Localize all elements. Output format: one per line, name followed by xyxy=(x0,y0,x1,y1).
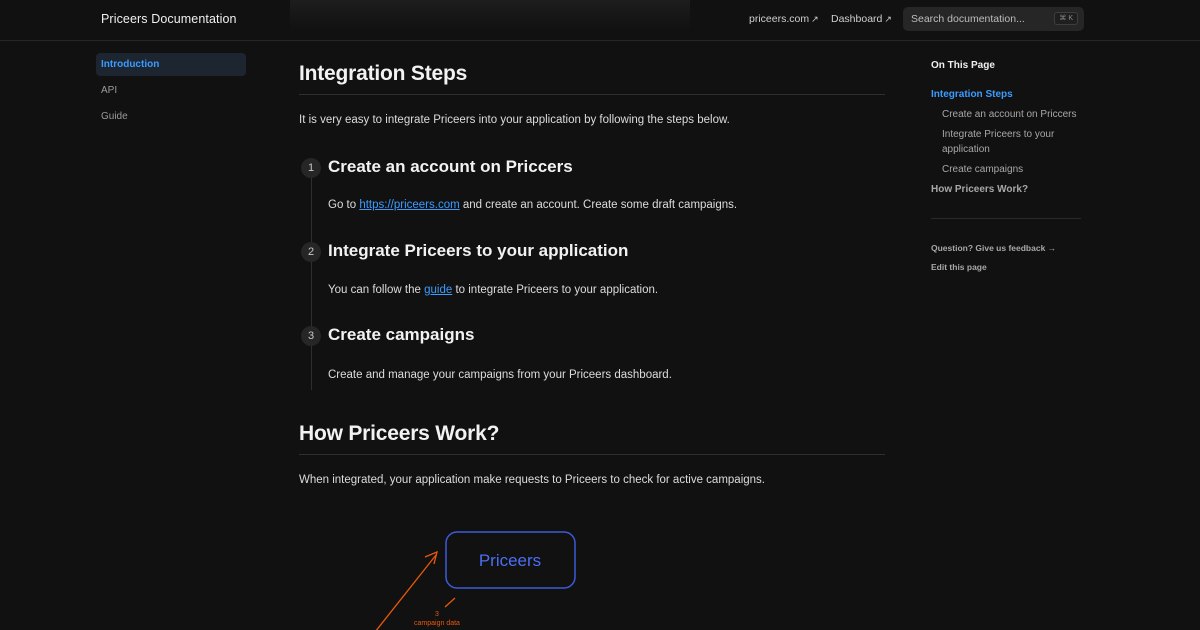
step-text-3: Create and manage your campaigns from yo… xyxy=(328,369,672,381)
edit-page-link[interactable]: Edit this page xyxy=(931,262,987,272)
site-logo[interactable]: Priceers Documentation xyxy=(101,12,237,26)
top-navbar: Priceers Documentation priceers.com ↗ Das… xyxy=(0,0,1200,41)
step-number-3: 3 xyxy=(301,326,321,346)
sidebar-item-guide[interactable]: Guide xyxy=(96,105,246,128)
priceers-url-link[interactable]: https://priceers.com xyxy=(359,199,459,211)
step-number-2: 2 xyxy=(301,242,321,262)
table-of-contents: On This Page Integration Steps Create an… xyxy=(931,60,1081,202)
steps-connector-line xyxy=(311,168,312,390)
step-text-1-pre: Go to xyxy=(328,199,360,211)
diagram-svg: Priceers 3 campaign data xyxy=(375,531,576,630)
step-note-text: campaign data xyxy=(414,620,460,627)
feedback-link[interactable]: Question? Give us feedback → xyxy=(931,243,1056,253)
priceers-site-link-label: priceers.com xyxy=(749,13,810,25)
step-text-1: Go to https://priceers.com and create an… xyxy=(328,199,737,211)
priceers-site-link[interactable]: priceers.com ↗ xyxy=(749,13,819,25)
how-priceers-work-heading: How Priceers Work? xyxy=(299,422,500,445)
request-arrow xyxy=(375,554,437,630)
step-title-2: Integrate Priceers to your application xyxy=(328,241,629,260)
step-text-1-post: and create an account. Create some draft… xyxy=(459,199,738,211)
integration-intro: It is very easy to integrate Priceers in… xyxy=(299,114,730,126)
toc-item-create-account[interactable]: Create an account on Priccers xyxy=(931,107,1081,122)
how-intro: When integrated, your application make r… xyxy=(299,474,765,486)
toc-divider xyxy=(931,218,1081,219)
guide-link[interactable]: guide xyxy=(424,284,452,296)
priceers-box-label: Priceers xyxy=(479,551,541,570)
toc-item-create-campaigns[interactable]: Create campaigns xyxy=(931,162,1081,177)
navbar-glow xyxy=(290,0,690,30)
integration-steps-heading: Integration Steps xyxy=(299,62,468,85)
external-link-icon: ↗ xyxy=(884,14,892,24)
step-text-2-post: to integrate Priceers to your applicatio… xyxy=(452,284,659,296)
step-text-2-pre: You can follow the xyxy=(328,284,425,296)
heading-divider xyxy=(299,454,885,455)
toc-item-integration-steps[interactable]: Integration Steps xyxy=(931,87,1081,102)
dashboard-link[interactable]: Dashboard ↗ xyxy=(831,13,892,25)
architecture-diagram: Priceers 3 campaign data xyxy=(299,500,885,630)
step-text-2: You can follow the guide to integrate Pr… xyxy=(328,284,658,296)
toc-item-how-priceers-work[interactable]: How Priceers Work? xyxy=(931,182,1081,197)
step-title-3: Create campaigns xyxy=(328,325,475,344)
search-input[interactable] xyxy=(903,7,1053,31)
step-note-number: 3 xyxy=(435,611,439,618)
response-arrow-tail xyxy=(444,597,456,608)
step-title-1: Create an account on Priccers xyxy=(328,157,573,176)
toc-title: On This Page xyxy=(931,60,995,71)
left-sidebar: Introduction API Guide xyxy=(96,53,246,131)
heading-divider xyxy=(299,94,885,95)
step-number-1: 1 xyxy=(301,158,321,178)
dashboard-link-label: Dashboard xyxy=(831,13,883,25)
sidebar-item-introduction[interactable]: Introduction xyxy=(96,53,246,76)
search-box[interactable]: ⌘ K xyxy=(903,7,1084,31)
sidebar-item-api[interactable]: API xyxy=(96,79,246,102)
toc-item-integrate[interactable]: Integrate Priceers to your application xyxy=(931,127,1081,157)
search-shortcut-badge: ⌘ K xyxy=(1054,12,1078,25)
external-link-icon: ↗ xyxy=(811,14,819,24)
